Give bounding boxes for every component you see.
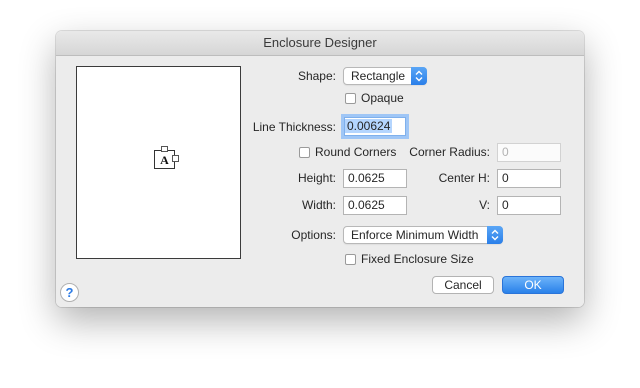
enclosure-symbol-icon: A [154, 146, 179, 169]
enclosure-designer-dialog: Enclosure Designer A Shape: Rectangle Op… [56, 31, 584, 307]
enclosure-symbol-letter: A [160, 153, 169, 167]
line-thickness-value: 0.00624 [345, 119, 393, 133]
opaque-checkbox[interactable] [345, 93, 356, 104]
options-popup-value: Enforce Minimum Width [351, 228, 479, 242]
shape-popup-value: Rectangle [351, 69, 406, 83]
v-field[interactable]: 0 [497, 196, 561, 215]
dialog-title: Enclosure Designer [56, 31, 584, 56]
line-thickness-label: Line Thickness: [252, 120, 336, 134]
corner-radius-label: Corner Radius: [409, 145, 490, 159]
help-button[interactable]: ? [60, 283, 79, 302]
shape-popup-chevron-icon [411, 67, 427, 85]
round-corners-label: Round Corners [315, 145, 397, 159]
line-thickness-field[interactable]: 0.00624 [344, 117, 406, 136]
shape-label: Shape: [297, 69, 336, 83]
fixed-enclosure-size-label: Fixed Enclosure Size [361, 252, 474, 266]
enclosure-preview: A [76, 66, 241, 259]
shape-popup[interactable]: Rectangle [343, 67, 427, 85]
options-popup-chevron-icon [487, 226, 503, 244]
opaque-label: Opaque [361, 91, 404, 105]
options-label: Options: [291, 228, 336, 242]
v-label: V: [479, 198, 490, 212]
width-label: Width: [301, 198, 336, 212]
width-field[interactable]: 0.0625 [343, 196, 407, 215]
center-h-label: Center H: [438, 171, 490, 185]
fixed-enclosure-size-checkbox[interactable] [345, 254, 356, 265]
center-h-field[interactable]: 0 [497, 169, 561, 188]
ok-button[interactable]: OK [502, 276, 564, 294]
enclosure-designer-dialog-shadow: Enclosure Designer A Shape: Rectangle Op… [56, 31, 584, 307]
round-corners-checkbox[interactable] [299, 147, 310, 158]
height-field[interactable]: 0.0625 [343, 169, 407, 188]
height-label: Height: [297, 171, 336, 185]
options-popup[interactable]: Enforce Minimum Width [343, 226, 503, 244]
cancel-button[interactable]: Cancel [432, 276, 494, 294]
corner-radius-field[interactable]: 0 [497, 143, 561, 162]
